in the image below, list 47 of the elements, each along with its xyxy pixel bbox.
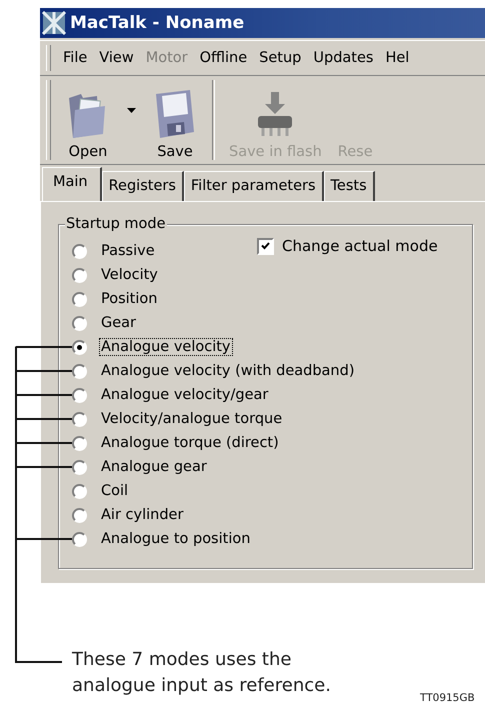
annotation-caption: These 7 modes uses the analogue input as reference.: [72, 648, 332, 698]
radio-button[interactable]: [72, 508, 87, 522]
radio-label: Air cylinder: [100, 506, 184, 524]
radio-label: Analogue to position: [100, 530, 252, 548]
radio-label: Analogue velocity/gear: [100, 386, 270, 404]
radio-label: Coil: [100, 482, 130, 500]
group-title: Startup mode: [65, 216, 167, 232]
menu-item[interactable]: Offline: [194, 50, 254, 66]
menu-item[interactable]: Updates: [307, 50, 380, 66]
checkbox[interactable]: [257, 238, 274, 254]
tab[interactable]: Filter parameters: [184, 171, 324, 201]
tab[interactable]: Registers: [102, 171, 184, 201]
radio-button[interactable]: [72, 388, 87, 402]
radio-label: Velocity/analogue torque: [100, 410, 284, 428]
radio-button[interactable]: [72, 532, 87, 546]
toolbar-button[interactable]: Save: [144, 76, 206, 164]
tab[interactable]: Tests: [324, 171, 375, 201]
radio-label: Gear: [100, 314, 138, 332]
radio-label: Passive: [100, 242, 156, 260]
radio-label: Velocity: [100, 266, 159, 284]
menu-item[interactable]: Hel: [379, 50, 416, 66]
radio-button[interactable]: [72, 484, 87, 498]
tab[interactable]: Main: [42, 167, 102, 201]
radio-label: Analogue velocity (with deadband): [100, 362, 356, 380]
caret-icon: [127, 108, 136, 112]
menu-item[interactable]: Setup: [253, 50, 308, 66]
radio-button[interactable]: [72, 292, 87, 306]
radio-button[interactable]: [72, 364, 87, 378]
checkbox-label: Change actual mode: [282, 237, 438, 255]
menu-item[interactable]: View: [93, 50, 140, 66]
figure-code: TT0915GB: [420, 692, 475, 704]
radio-label: Analogue velocity: [99, 338, 232, 356]
menu-item[interactable]: File: [57, 50, 94, 66]
radio-button[interactable]: [72, 460, 87, 474]
window-title: MacTalk - Noname: [70, 13, 244, 33]
radio-label: Position: [100, 290, 158, 308]
radio-button[interactable]: [72, 244, 87, 258]
radio-label: Analogue gear: [100, 458, 208, 476]
radio-button[interactable]: [72, 316, 87, 330]
check-icon: [261, 242, 270, 250]
radio-button[interactable]: [72, 268, 87, 282]
toolbar-button[interactable]: Open: [57, 76, 119, 164]
app-icon: [42, 11, 66, 35]
radio-button[interactable]: [72, 412, 87, 426]
radio-button[interactable]: [72, 340, 87, 354]
radio-button[interactable]: [72, 436, 87, 450]
radio-label: Analogue torque (direct): [100, 434, 280, 452]
